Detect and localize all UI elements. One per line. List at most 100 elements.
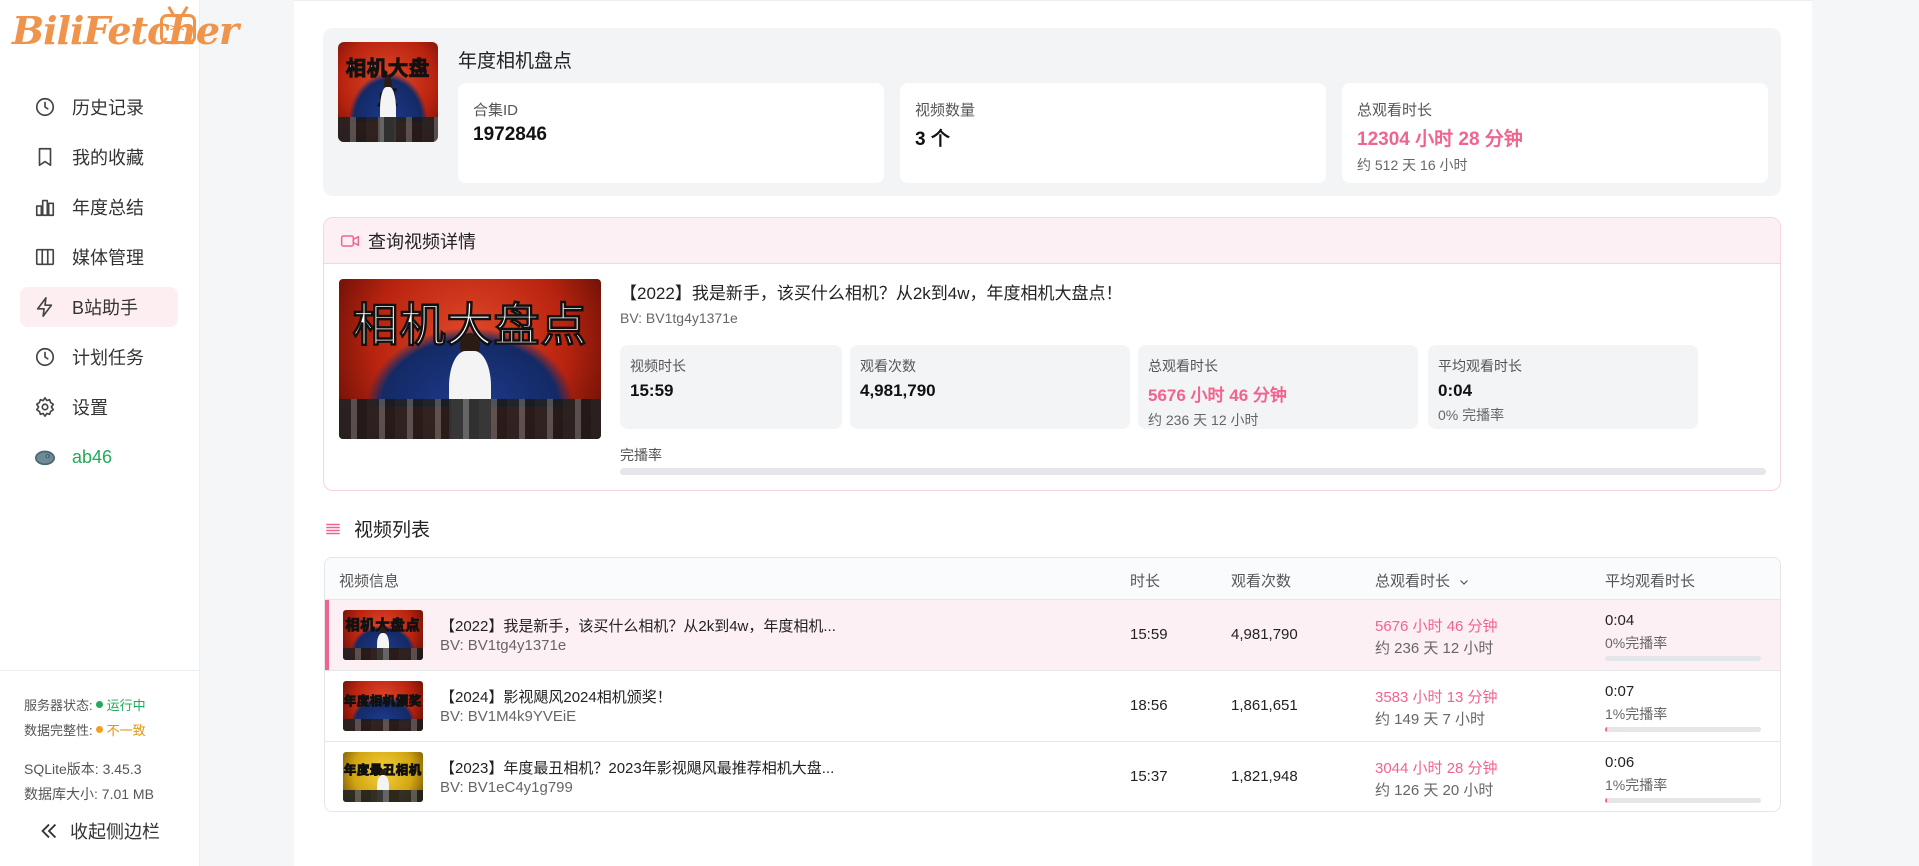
- sqlite-version: SQLite版本: 3.45.3: [24, 760, 142, 777]
- avatar-icon: [34, 446, 56, 468]
- column-header-info[interactable]: 视频信息: [339, 570, 399, 591]
- clock-icon: [34, 346, 56, 368]
- row-bv: BV: BV1M4k9YVEiE: [440, 708, 577, 725]
- row-total-watch: 3044 小时 28 分钟: [1375, 760, 1498, 777]
- video-count-card: 视频数量 3 个: [900, 83, 1326, 183]
- card-label: 视频时长: [630, 358, 686, 374]
- thumbnail-text: 年度相机颁奖: [343, 694, 422, 709]
- row-days: 约 236 天 12 小时: [1375, 640, 1494, 657]
- row-duration: 18:56: [1130, 697, 1168, 714]
- video-camera-icon: [340, 234, 360, 247]
- card-value: 1972846: [473, 124, 547, 145]
- sidebar-item-history[interactable]: 历史记录: [20, 87, 178, 127]
- divider: [294, 0, 1812, 1]
- row-completion-fill: [1605, 798, 1607, 803]
- row-views: 4,981,790: [1231, 626, 1298, 643]
- card-value: 3 个: [915, 129, 950, 150]
- total-watch-time-card: 总观看时长 12304 小时 28 分钟 约 512 天 16 小时: [1342, 83, 1768, 183]
- row-completion-bar: [1605, 798, 1761, 803]
- sidebar-status: 服务器状态: 运行中 数据完整性: 不一致 SQLite版本: 3.45.3 数…: [0, 670, 200, 806]
- row-total-watch: 5676 小时 46 分钟: [1375, 618, 1498, 635]
- sidebar-item-annual-summary[interactable]: 年度总结: [20, 187, 178, 227]
- row-views: 1,861,651: [1231, 697, 1298, 714]
- sidebar-item-label: ab46: [72, 446, 113, 467]
- sidebar-item-label: 设置: [72, 398, 108, 418]
- card-subvalue: 约 512 天 16 小时: [1357, 157, 1468, 173]
- detail-header-title: 查询视频详情: [368, 231, 476, 252]
- sidebar-item-label: 计划任务: [72, 348, 144, 368]
- row-views: 1,821,948: [1231, 768, 1298, 785]
- row-avg-watch: 0:06: [1605, 754, 1635, 771]
- card-label: 总观看时长: [1148, 358, 1218, 374]
- collection-thumbnail: 相机大盘点: [338, 42, 438, 142]
- view-count-card: 观看次数 4,981,790: [850, 345, 1130, 429]
- chevron-down-icon: [1460, 580, 1469, 585]
- data-integrity-value: 不一致: [106, 723, 146, 738]
- sidebar-item-media[interactable]: 媒体管理: [20, 237, 178, 277]
- column-header-avg[interactable]: 平均观看时长: [1605, 570, 1695, 591]
- row-avg-watch: 0:07: [1605, 683, 1635, 700]
- double-chevron-left-icon: [41, 823, 57, 839]
- detail-header: 查询视频详情: [324, 218, 1780, 264]
- columns-icon: [34, 246, 56, 268]
- video-table: 视频信息 时长 观看次数 总观看时长 平均观看时长 相机大盘点 【2022】我是…: [324, 557, 1781, 812]
- data-integrity-label: 数据完整性:: [24, 723, 93, 738]
- column-header-duration[interactable]: 时长: [1130, 570, 1160, 591]
- app-logo[interactable]: BiliFetcher > <: [12, 6, 239, 56]
- chart-icon: [34, 196, 56, 218]
- card-value: 4,981,790: [860, 381, 936, 400]
- column-header-views[interactable]: 观看次数: [1231, 570, 1291, 591]
- card-label: 总观看时长: [1357, 102, 1433, 119]
- status-dot-icon: [95, 726, 103, 733]
- card-value: 15:59: [630, 381, 674, 400]
- server-status-value: 运行中: [106, 698, 146, 713]
- sidebar-item-label: 年度总结: [72, 198, 144, 218]
- sidebar-item-label: 我的收藏: [72, 148, 144, 168]
- sidebar-item-label: 历史记录: [72, 98, 144, 118]
- row-thumbnail: 年度最丑相机: [343, 752, 423, 802]
- card-label: 视频数量: [915, 102, 976, 119]
- sidebar-item-scheduled-tasks[interactable]: 计划任务: [20, 337, 178, 377]
- table-row[interactable]: 相机大盘点 【2022】我是新手，该买什么相机？从2k到4w，年度相机... B…: [325, 600, 1780, 671]
- video-title: 【2022】我是新手，该买什么相机？从2k到4w，年度相机大盘点！: [620, 284, 1123, 303]
- sidebar-item-user[interactable]: ab46: [20, 437, 178, 477]
- sidebar: BiliFetcher > < 历史记录 我的收藏 年度总结 媒体管理 B站助手…: [0, 0, 239, 866]
- row-avg-watch: 0:04: [1605, 612, 1635, 629]
- collapse-label: 收起侧边栏: [70, 822, 160, 842]
- video-thumbnail[interactable]: 相机大盘点: [339, 279, 601, 439]
- row-days: 约 126 天 20 小时: [1375, 782, 1494, 799]
- sidebar-item-label: B站助手: [72, 298, 139, 318]
- row-completion-fill: [1605, 727, 1607, 732]
- card-subvalue: 约 236 天 12 小时: [1148, 412, 1259, 428]
- card-value: 12304 小时 28 分钟: [1357, 129, 1523, 150]
- card-label: 平均观看时长: [1438, 358, 1522, 374]
- row-title: 【2024】影视飓风2024相机颁奖！: [440, 689, 672, 706]
- collection-summary: 相机大盘点 年度相机盘点 合集ID 1972846 视频数量 3 个 总观看时长…: [323, 28, 1781, 196]
- row-thumbnail: 年度相机颁奖: [343, 681, 423, 731]
- sidebar-item-label: 媒体管理: [72, 248, 144, 268]
- table-row[interactable]: 年度相机颁奖 【2024】影视飓风2024相机颁奖！ BV: BV1M4k9YV…: [325, 671, 1780, 742]
- row-title: 【2023】年度最丑相机？2023年影视飓风最推荐相机大盘...: [440, 760, 835, 777]
- row-total-watch: 3583 小时 13 分钟: [1375, 689, 1498, 706]
- table-row[interactable]: 年度最丑相机 【2023】年度最丑相机？2023年影视飓风最推荐相机大盘... …: [325, 742, 1780, 811]
- sidebar-item-bilibili-helper[interactable]: B站助手: [20, 287, 178, 327]
- collapse-sidebar-button[interactable]: 收起侧边栏: [38, 818, 160, 844]
- row-duration: 15:59: [1130, 626, 1168, 643]
- clock-icon: [34, 96, 56, 118]
- card-subvalue: 0% 完播率: [1438, 407, 1505, 423]
- main-panel: 相机大盘点 年度相机盘点 合集ID 1972846 视频数量 3 个 总观看时长…: [294, 0, 1812, 866]
- row-completion-rate: 1%完播率: [1605, 777, 1668, 793]
- total-watch-time-card: 总观看时长 5676 小时 46 分钟 约 236 天 12 小时: [1138, 345, 1418, 429]
- column-header-total[interactable]: 总观看时长: [1375, 570, 1470, 591]
- row-completion-rate: 1%完播率: [1605, 706, 1668, 722]
- sidebar-item-settings[interactable]: 设置: [20, 387, 178, 427]
- card-label: 合集ID: [473, 102, 519, 119]
- sidebar-item-favorites[interactable]: 我的收藏: [20, 137, 178, 177]
- tv-icon: > <: [160, 14, 196, 44]
- video-detail-panel: 查询视频详情 相机大盘点 【2022】我是新手，该买什么相机？从2k到4w，年度…: [323, 217, 1781, 491]
- card-value: 5676 小时 46 分钟: [1148, 386, 1287, 405]
- server-status-label: 服务器状态:: [24, 698, 93, 713]
- lightning-icon: [34, 296, 56, 318]
- row-completion-bar: [1605, 656, 1761, 661]
- collection-title: 年度相机盘点: [458, 51, 573, 72]
